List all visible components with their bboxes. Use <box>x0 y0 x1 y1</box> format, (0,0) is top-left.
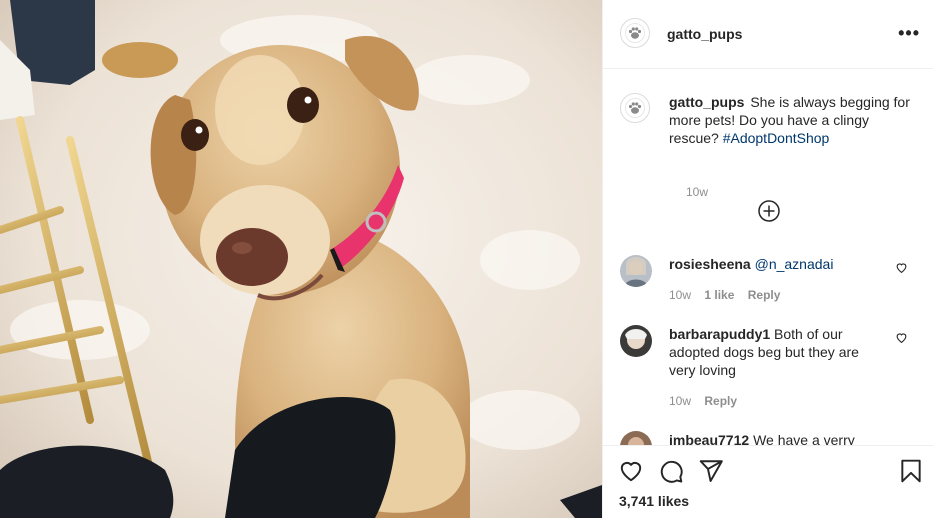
commenter-avatar[interactable] <box>620 325 652 357</box>
post-username[interactable]: gatto_pups <box>667 26 742 42</box>
caption-text: gatto_pups She is always begging for mor… <box>669 93 914 147</box>
paw-icon <box>625 23 645 43</box>
caption-avatar[interactable] <box>620 93 650 123</box>
comment-text: barbarapuddy1 Both of our adopted dogs b… <box>669 325 889 379</box>
post-header: gatto_pups ••• <box>603 0 933 69</box>
caption-username[interactable]: gatto_pups <box>669 94 744 110</box>
comment-username[interactable]: rosiesheena <box>669 256 751 272</box>
bookmark-icon[interactable] <box>898 458 924 484</box>
caption-hashtag[interactable]: #AdoptDontShop <box>723 130 830 146</box>
heart-icon[interactable] <box>895 261 908 274</box>
reply-button[interactable]: Reply <box>748 288 781 302</box>
commenter-avatar[interactable] <box>620 255 652 287</box>
comment-username[interactable]: jmbeau7712 <box>669 432 749 445</box>
comment-username[interactable]: barbarapuddy1 <box>669 326 770 342</box>
comment-mention[interactable]: @n_aznadai <box>755 256 834 272</box>
comment-icon[interactable] <box>658 458 684 484</box>
post-photo[interactable] <box>0 0 602 518</box>
comment-body: We have a verry <box>753 432 855 445</box>
more-options-icon[interactable]: ••• <box>898 24 920 42</box>
comment-timestamp[interactable]: 10w <box>669 288 691 302</box>
paper-plane-icon[interactable] <box>698 458 724 484</box>
plus-circle-icon[interactable] <box>758 200 780 222</box>
heart-icon[interactable] <box>618 458 644 484</box>
comments-scroll-area[interactable]: gatto_pups She is always begging for mor… <box>603 69 933 445</box>
post-actions-bar: 3,741 likes <box>603 445 933 518</box>
profile-avatar[interactable] <box>620 18 650 48</box>
comment-text: rosiesheena @n_aznadai <box>669 255 889 273</box>
reply-button[interactable]: Reply <box>704 394 737 408</box>
like-count[interactable]: 3,741 likes <box>619 493 689 509</box>
comment-timestamp[interactable]: 10w <box>669 394 691 408</box>
post-details-panel: gatto_pups ••• gatto_pups She is always … <box>602 0 933 518</box>
comment-like-count[interactable]: 1 like <box>704 288 734 302</box>
dog-photo-image <box>0 0 602 518</box>
caption-timestamp[interactable]: 10w <box>686 185 708 199</box>
commenter-avatar[interactable] <box>620 431 652 445</box>
comment-meta: 10w Reply <box>669 394 747 408</box>
comment-meta: 10w 1 like Reply <box>669 288 790 302</box>
heart-icon[interactable] <box>895 331 908 344</box>
paw-icon <box>625 98 645 118</box>
comment-text: jmbeau7712 We have a verry <box>669 431 889 445</box>
